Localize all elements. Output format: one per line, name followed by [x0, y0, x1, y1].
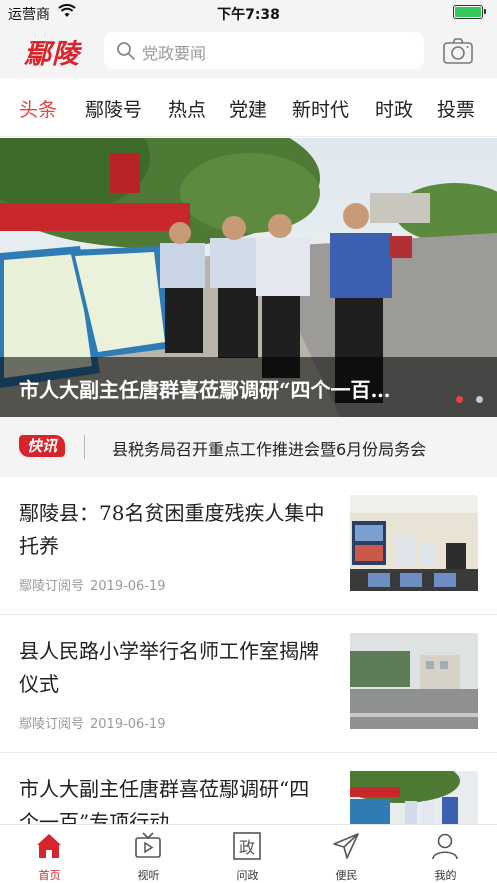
news-date: 2019-06-19 [90, 579, 166, 594]
hero-caption: 市人大副主任唐群喜莅鄢调研“四个一百… [19, 378, 391, 402]
flash-divider [84, 435, 85, 459]
status-bar: 运营商 下午7:38 [0, 0, 497, 24]
news-meta: 鄢陵订阅号 2019-06-19 [19, 575, 166, 594]
hero-carousel[interactable]: 市人大副主任唐群喜莅鄢调研“四个一百… [0, 138, 497, 417]
tab-new-era[interactable]: 新时代 [292, 95, 349, 122]
news-item[interactable]: 县人民路小学举行名师工作室揭牌仪式 鄢陵订阅号 2019-06-19 [0, 615, 497, 753]
nav-inquiry[interactable]: 政 问政 [198, 825, 297, 883]
news-title[interactable]: 县人民路小学举行名师工作室揭牌仪式 [19, 635, 329, 701]
news-source: 鄢陵订阅号 [19, 717, 85, 732]
news-title[interactable]: 鄢陵县：78名贫困重度残疾人集中托养 [19, 497, 329, 563]
app-logo: 鄢陵 [24, 39, 80, 70]
news-source: 鄢陵订阅号 [19, 579, 85, 594]
news-thumbnail[interactable] [350, 495, 478, 591]
app-header: 鄢陵 党政要闻 [0, 24, 497, 78]
nav-video[interactable]: 视听 [99, 825, 198, 883]
wifi-icon [58, 4, 76, 17]
carrier-label: 运营商 [8, 7, 50, 23]
news-item[interactable]: 鄢陵县：78名贫困重度残疾人集中托养 鄢陵订阅号 2019-06-19 [0, 477, 497, 615]
tab-party[interactable]: 党建 [229, 95, 267, 122]
user-icon [432, 833, 458, 860]
nav-label: 视听 [137, 869, 160, 882]
svg-text:政: 政 [239, 838, 255, 857]
send-icon [333, 833, 359, 859]
tab-politics[interactable]: 时政 [375, 95, 413, 122]
nav-label: 便民 [335, 869, 358, 882]
tab-hot[interactable]: 热点 [168, 95, 206, 122]
tab-vote[interactable]: 投票 [437, 95, 475, 122]
tab-headlines[interactable]: 头条 [19, 95, 57, 122]
tv-icon [135, 832, 161, 858]
carousel-dot-active[interactable] [456, 396, 463, 403]
home-icon [37, 834, 61, 858]
battery-icon [453, 5, 486, 19]
flash-news-bar[interactable]: 快讯 县税务局召开重点工作推进会暨6月份局务会 [0, 417, 497, 477]
category-tabs: 头条 鄢陵号 热点 党建 新时代 时政 投票 [0, 78, 497, 137]
zheng-icon: 政 [233, 832, 261, 860]
flash-text[interactable]: 县税务局召开重点工作推进会暨6月份局务会 [112, 436, 426, 460]
nav-services[interactable]: 便民 [297, 825, 396, 883]
carousel-dot[interactable] [476, 396, 483, 403]
nav-label: 问政 [236, 869, 259, 882]
news-date: 2019-06-19 [90, 717, 166, 732]
nav-label: 我的 [434, 869, 457, 882]
news-thumbnail[interactable] [350, 633, 478, 729]
camera-icon[interactable] [442, 36, 474, 66]
search-bar[interactable]: 党政要闻 [104, 32, 424, 69]
bottom-nav: 首页 视听 政 问政 便民 我的 [0, 824, 497, 883]
nav-profile[interactable]: 我的 [396, 825, 495, 883]
nav-label: 首页 [38, 869, 61, 882]
search-placeholder: 党政要闻 [142, 44, 207, 63]
flash-badge: 快讯 [19, 435, 65, 457]
tab-yanling-account[interactable]: 鄢陵号 [85, 95, 142, 122]
news-meta: 鄢陵订阅号 2019-06-19 [19, 713, 166, 732]
nav-home[interactable]: 首页 [0, 825, 99, 883]
search-icon [117, 42, 135, 60]
